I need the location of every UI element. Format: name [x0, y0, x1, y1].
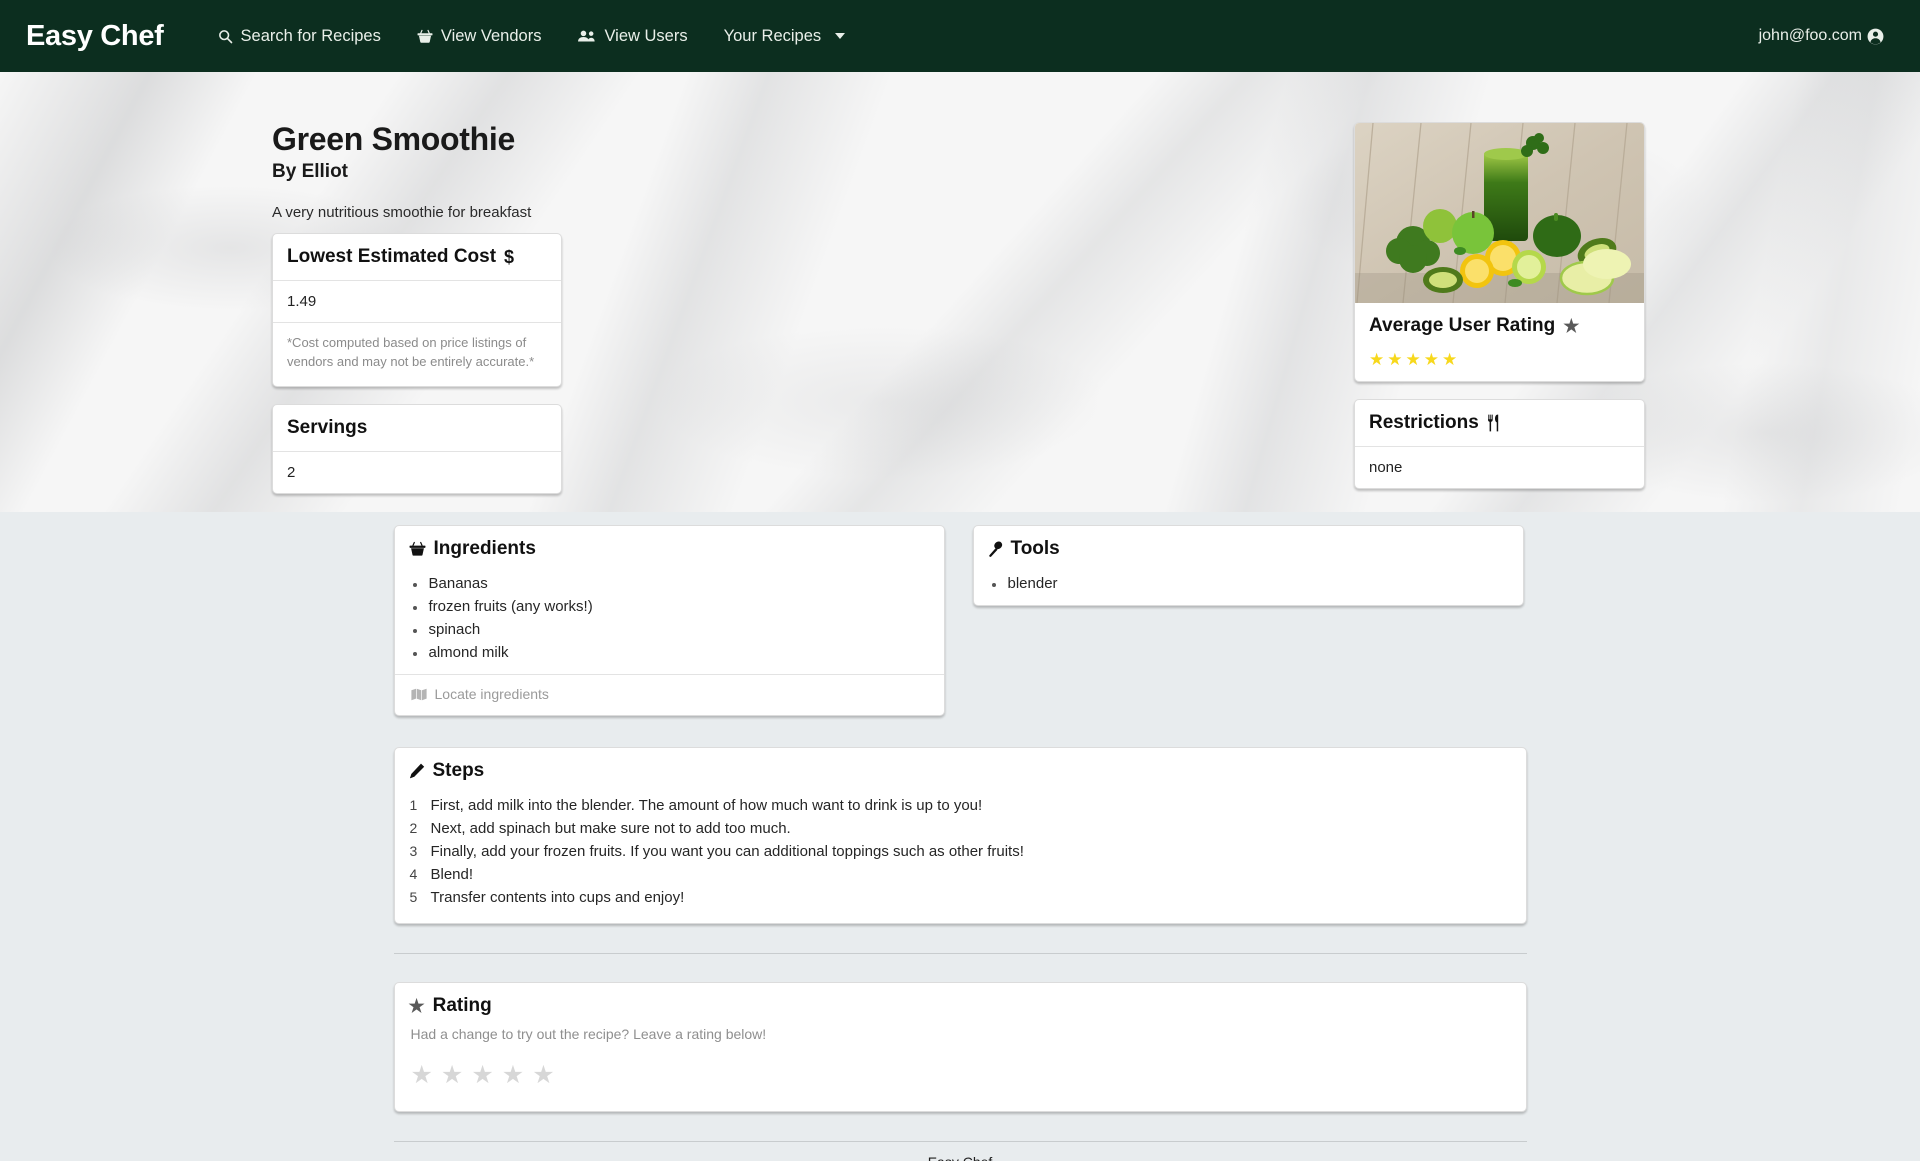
rating-star-2[interactable]: ★: [441, 1063, 463, 1088]
ingredients-list: Bananas frozen fruits (any works!) spina…: [395, 572, 944, 674]
rating-star-5[interactable]: ★: [532, 1063, 554, 1088]
svg-text:$: $: [504, 248, 514, 267]
restrictions-heading: Restrictions: [1355, 400, 1644, 446]
nav-links: Search for Recipes View Vendors View Use…: [200, 21, 864, 52]
users-icon: [577, 29, 596, 43]
list-item: frozen fruits (any works!): [395, 595, 944, 618]
recipe-description: A very nutritious smoothie for breakfast: [272, 204, 532, 222]
nav-item-label: View Users: [604, 26, 688, 45]
nav-item-label: Search for Recipes: [240, 26, 381, 45]
search-icon: [218, 29, 233, 44]
rating-heading: ★ Rating: [395, 983, 1526, 1029]
brand-logo[interactable]: Easy Chef: [26, 20, 164, 53]
list-item: Blend!: [410, 866, 474, 883]
hero-left-column: Green Smoothie By Elliot A very nutritio…: [260, 121, 960, 494]
rating-star-3[interactable]: ★: [471, 1063, 493, 1088]
recipe-author: By Elliot: [272, 161, 349, 183]
page-footer: Easy Chef http://easy-chef.github.io/ Te…: [394, 1142, 1527, 1161]
list-item: Bananas: [395, 572, 944, 595]
map-icon: [410, 688, 427, 701]
page-title: Green Smoothie: [272, 121, 515, 157]
rating-star-4[interactable]: ★: [502, 1063, 524, 1088]
tools-list: blender: [974, 572, 1523, 605]
star-filled-icon: ★: [1405, 350, 1421, 369]
star-filled-icon: ★: [1387, 350, 1403, 369]
servings-heading-label: Servings: [287, 416, 368, 438]
hero-content: Green Smoothie By Elliot A very nutritio…: [260, 72, 1660, 494]
rating-subtitle: Had a change to try out the recipe? Leav…: [410, 1026, 767, 1042]
list-item: Transfer contents into cups and enjoy!: [410, 889, 685, 906]
basket-icon: [417, 29, 433, 44]
nav-item-label: Your Recipes: [723, 26, 822, 45]
tools-label: Tools: [1010, 538, 1060, 559]
nav-item-view-vendors[interactable]: View Vendors: [399, 21, 560, 52]
section-divider: [393, 953, 1527, 954]
servings-card-heading: Servings: [273, 405, 561, 451]
tools-card: Tools blender: [972, 525, 1524, 606]
steps-card: Steps First, add milk into the blender. …: [393, 747, 1527, 924]
spoon-icon: [988, 541, 1003, 557]
recipe-photo: [1355, 123, 1644, 303]
ingredients-heading: Ingredients: [395, 526, 944, 572]
average-rating-label: Average User Rating: [1369, 315, 1556, 336]
star-filled-icon: ★: [1442, 350, 1458, 369]
utensils-icon: [1487, 414, 1502, 432]
star-filled-icon: ★: [1369, 350, 1385, 369]
restrictions-label: Restrictions: [1369, 412, 1479, 433]
user-account-menu[interactable]: john@foo.com: [1759, 27, 1898, 45]
restrictions-card: Restrictions none: [1354, 399, 1645, 489]
top-navbar: Easy Chef Search for Recipes View Vendor…: [0, 0, 1920, 72]
user-email-label: john@foo.com: [1758, 27, 1862, 44]
list-item: almond milk: [395, 641, 944, 664]
footer-site-name: Easy Chef: [394, 1153, 1527, 1161]
rating-label: Rating: [432, 995, 492, 1016]
tools-heading: Tools: [974, 526, 1523, 572]
chevron-down-icon: [835, 33, 846, 39]
average-rating-card: Average User Rating ★ ★ ★ ★ ★ ★: [1354, 122, 1645, 382]
servings-value: 2: [287, 463, 296, 481]
cost-card-heading: Lowest Estimated Cost $: [273, 234, 561, 280]
ingredients-label: Ingredients: [433, 538, 536, 559]
rating-input-card: ★ Rating Had a change to try out the rec…: [393, 982, 1527, 1112]
ingredients-card: Ingredients Bananas frozen fruits (any w…: [393, 525, 945, 716]
nav-item-your-recipes[interactable]: Your Recipes: [706, 21, 864, 52]
pencil-icon: [409, 763, 425, 779]
basket-icon: [409, 541, 426, 557]
cost-value: 1.49: [287, 293, 317, 311]
average-rating-heading: Average User Rating ★: [1355, 303, 1644, 349]
steps-label: Steps: [432, 760, 485, 781]
list-item: Next, add spinach but make sure not to a…: [410, 820, 791, 837]
rating-star-1[interactable]: ★: [411, 1063, 433, 1088]
ingredients-tools-row: Ingredients Bananas frozen fruits (any w…: [393, 525, 1527, 716]
content-container: Ingredients Bananas frozen fruits (any w…: [393, 525, 1527, 1161]
nav-item-view-users[interactable]: View Users: [559, 21, 705, 52]
list-item: First, add milk into the blender. The am…: [410, 797, 983, 814]
hero-section: Green Smoothie By Elliot A very nutritio…: [0, 72, 1920, 512]
locate-ingredients-link[interactable]: Locate ingredients: [394, 674, 944, 715]
locate-ingredients-label: Locate ingredients: [434, 686, 549, 702]
hero-right-column: Average User Rating ★ ★ ★ ★ ★ ★ Restrict…: [1354, 122, 1654, 494]
servings-card: Servings 2: [272, 403, 562, 494]
steps-list: First, add milk into the blender. The am…: [395, 794, 1526, 923]
restrictions-value: none: [1369, 459, 1403, 476]
cost-disclaimer: *Cost computed based on price listings o…: [287, 335, 535, 370]
lowest-estimated-cost-card: Lowest Estimated Cost $ 1.49 *Cost compu…: [272, 233, 562, 387]
rating-star-input[interactable]: ★ ★ ★ ★ ★: [395, 1042, 1526, 1111]
list-item: blender: [974, 572, 1523, 595]
list-item: Finally, add your frozen fruits. If you …: [410, 843, 1024, 860]
nav-item-label: View Vendors: [440, 26, 542, 45]
star-icon: ★: [1563, 316, 1580, 336]
average-rating-stars: ★ ★ ★ ★ ★: [1355, 349, 1644, 381]
star-icon: ★: [408, 996, 425, 1016]
main-content: Ingredients Bananas frozen fruits (any w…: [0, 512, 1920, 1161]
star-filled-icon: ★: [1423, 350, 1439, 369]
cost-heading-label: Lowest Estimated Cost: [287, 246, 497, 268]
dollar-icon: $: [504, 248, 515, 267]
user-circle-icon: [1867, 28, 1884, 45]
steps-heading: Steps: [395, 748, 1526, 794]
nav-item-search-for-recipes[interactable]: Search for Recipes: [200, 21, 399, 52]
list-item: spinach: [395, 618, 944, 641]
